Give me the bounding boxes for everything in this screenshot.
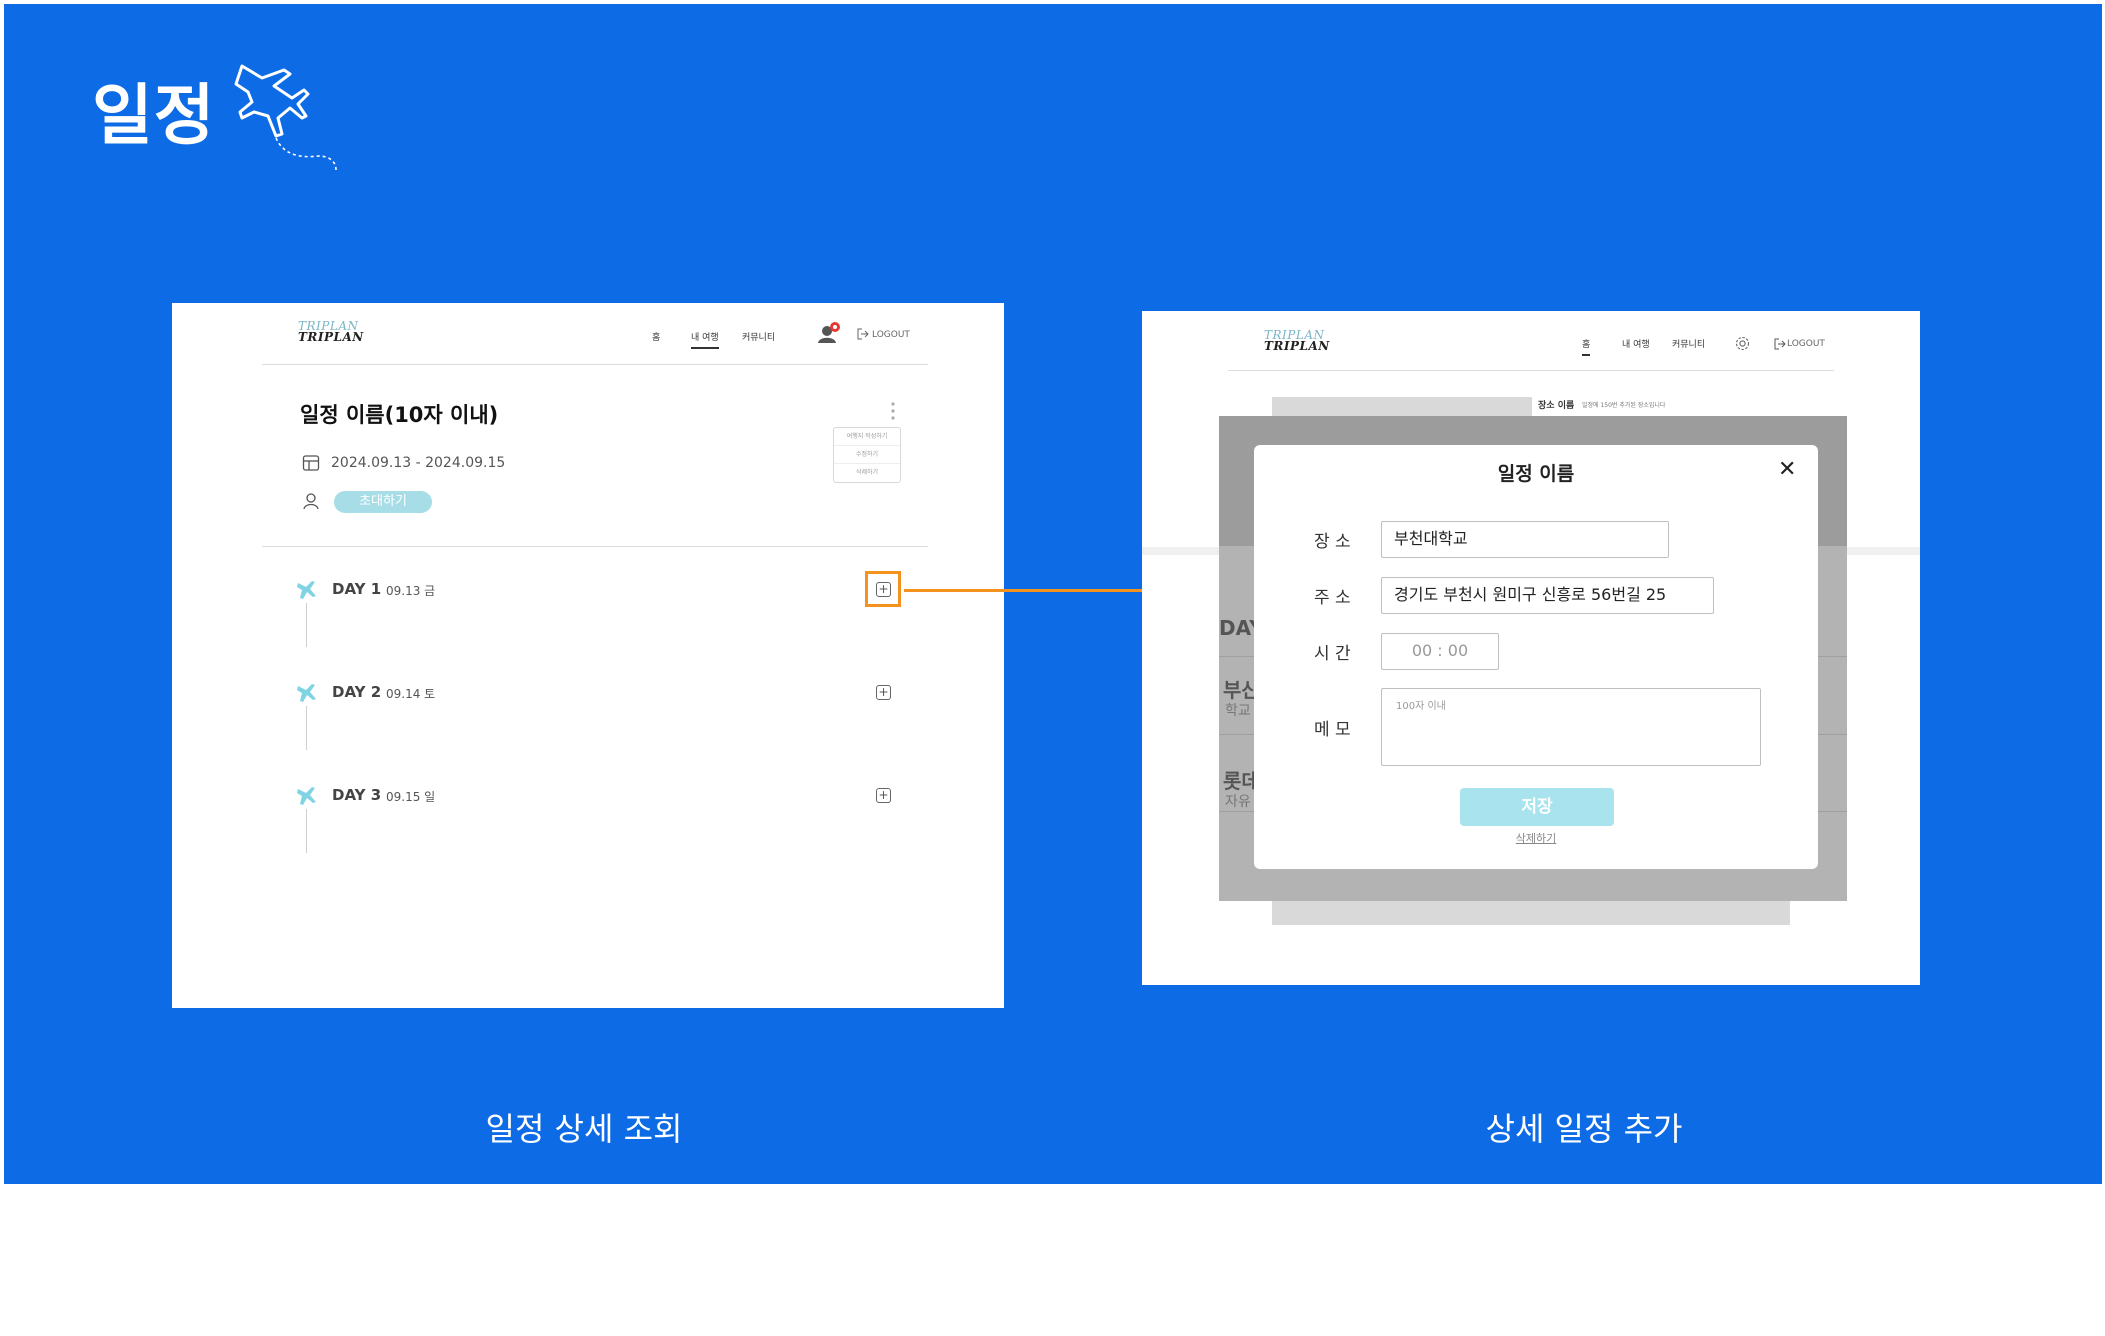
logout-link[interactable]: LOGOUT bbox=[872, 330, 910, 340]
options-menu: 여행지 작성하기 수정하기 삭제하기 bbox=[833, 427, 901, 483]
logout-icon[interactable] bbox=[1774, 338, 1786, 350]
place-label: 장 소 bbox=[1314, 532, 1351, 552]
day-label: DAY 3 bbox=[332, 786, 382, 804]
timeline-line bbox=[306, 809, 307, 853]
address-input[interactable]: 경기도 부천시 원미구 신흥로 56번길 25 bbox=[1381, 577, 1714, 614]
day-row: DAY 1 09.13 금 bbox=[296, 579, 896, 659]
airplane-icon bbox=[297, 581, 316, 599]
menu-item-write[interactable]: 여행지 작성하기 bbox=[834, 428, 900, 446]
app-logo[interactable]: TRIPLAN TRIPLAN bbox=[298, 320, 364, 344]
behind-item-sub: 자유 bbox=[1225, 794, 1251, 810]
timeline-line bbox=[306, 706, 307, 750]
add-schedule-button[interactable]: + bbox=[876, 788, 891, 803]
trip-title: 일정 이름(10자 이내) bbox=[300, 403, 499, 427]
airplane-icon bbox=[297, 787, 316, 805]
background-block bbox=[1272, 901, 1790, 925]
nav-my-trip[interactable]: 내 여행 bbox=[691, 330, 719, 349]
invite-button[interactable]: 초대하기 bbox=[334, 491, 432, 513]
image-placeholder bbox=[1272, 397, 1532, 417]
time-input[interactable]: 00 : 00 bbox=[1381, 633, 1499, 670]
logout-link[interactable]: LOGOUT bbox=[1787, 339, 1825, 349]
day-label: DAY 1 bbox=[332, 580, 382, 598]
caption-right: 상세 일정 추가 bbox=[1485, 1110, 1683, 1148]
timeline-line bbox=[306, 603, 307, 647]
page-title: 일정 bbox=[92, 77, 216, 154]
calendar-icon bbox=[302, 455, 320, 471]
logout-icon[interactable] bbox=[857, 328, 869, 340]
nav-community[interactable]: 커뮤니티 bbox=[1672, 337, 1705, 350]
app-logo[interactable]: TRIPLAN TRIPLAN bbox=[1264, 329, 1330, 353]
day-date: 09.13 금 bbox=[386, 584, 436, 598]
memo-label: 메 모 bbox=[1314, 720, 1351, 740]
presentation-slide: 일정 TRIPLAN TRIPLAN 홈 내 여행 커뮤니티 LOGOUT 일정… bbox=[4, 4, 2102, 1184]
airplane-icon bbox=[297, 684, 316, 702]
day-label: DAY 2 bbox=[332, 683, 382, 701]
behind-item-sub: 학교 bbox=[1225, 703, 1251, 719]
day-date: 09.15 일 bbox=[386, 790, 436, 804]
nav-my-trip[interactable]: 내 여행 bbox=[1622, 337, 1650, 350]
section-divider bbox=[262, 546, 928, 547]
logo-text: TRIPLAN bbox=[1264, 339, 1330, 353]
place-input[interactable]: 부천대학교 bbox=[1381, 521, 1669, 558]
gear-icon[interactable] bbox=[1734, 335, 1751, 352]
header-divider bbox=[1228, 370, 1834, 371]
day-row: DAY 2 09.14 토 bbox=[296, 682, 896, 762]
nav-home[interactable]: 홈 bbox=[1582, 337, 1591, 356]
nav-home[interactable]: 홈 bbox=[652, 330, 660, 343]
memo-textarea[interactable]: 100자 이내 bbox=[1381, 688, 1761, 766]
day-row: DAY 3 09.15 일 bbox=[296, 785, 896, 865]
add-schedule-modal: 일정 이름 ✕ 장 소 부천대학교 주 소 경기도 부천시 원미구 신흥로 56… bbox=[1254, 445, 1818, 869]
highlight-box bbox=[865, 571, 901, 607]
trip-dates: 2024.09.13 - 2024.09.15 bbox=[331, 455, 506, 471]
airplane-icon bbox=[234, 64, 337, 171]
menu-item-edit[interactable]: 수정하기 bbox=[834, 446, 900, 464]
add-schedule-button[interactable]: + bbox=[876, 685, 891, 700]
save-button[interactable]: 저장 bbox=[1460, 788, 1614, 826]
delete-link[interactable]: 삭제하기 bbox=[1254, 830, 1818, 846]
nav-community[interactable]: 커뮤니티 bbox=[742, 330, 775, 343]
caption-left: 일정 상세 조회 bbox=[485, 1110, 683, 1148]
header-divider bbox=[262, 364, 928, 365]
place-name-subtext: 일정에 150번 추가된 장소입니다 bbox=[1582, 402, 1666, 409]
logo-text: TRIPLAN bbox=[298, 330, 364, 344]
address-label: 주 소 bbox=[1314, 588, 1351, 608]
user-profile-icon[interactable] bbox=[817, 321, 841, 345]
add-schedule-screen: TRIPLAN TRIPLAN 홈 내 여행 커뮤니티 LOGOUT 장소 이름… bbox=[1142, 311, 1920, 985]
menu-item-delete[interactable]: 삭제하기 bbox=[834, 464, 900, 482]
more-options-icon[interactable] bbox=[891, 401, 895, 421]
time-label: 시 간 bbox=[1314, 644, 1351, 664]
trip-detail-screen: TRIPLAN TRIPLAN 홈 내 여행 커뮤니티 LOGOUT 일정 이름… bbox=[172, 303, 1004, 1008]
modal-title: 일정 이름 bbox=[1497, 463, 1575, 485]
person-icon bbox=[303, 493, 319, 510]
close-icon[interactable]: ✕ bbox=[1778, 459, 1796, 481]
place-name-heading: 장소 이름 bbox=[1538, 401, 1575, 411]
day-date: 09.14 토 bbox=[386, 687, 436, 701]
